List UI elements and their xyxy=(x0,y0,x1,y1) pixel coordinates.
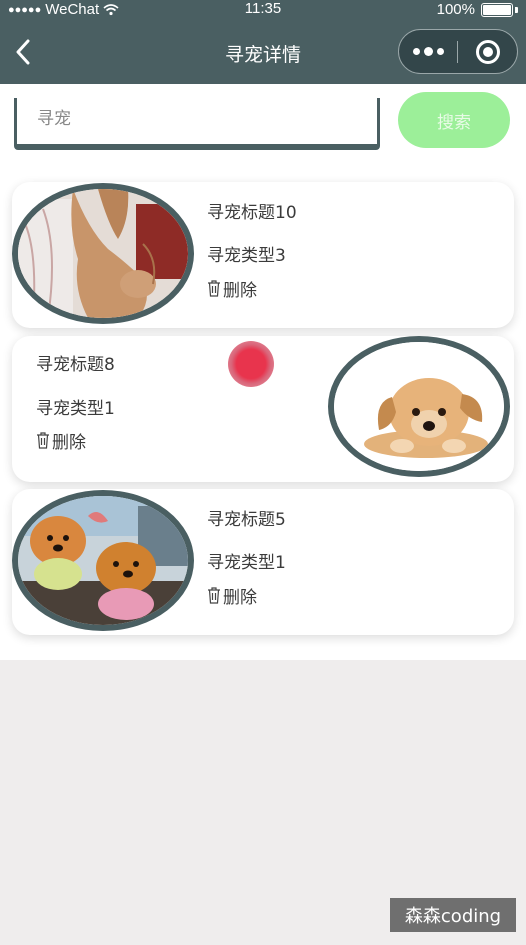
target-icon xyxy=(475,39,500,64)
delete-label: 删除 xyxy=(223,588,257,608)
more-dot-icon xyxy=(423,47,433,56)
more-dot-icon xyxy=(436,48,444,55)
pet-card[interactable]: 寻宠标题5 寻宠类型1 删除 xyxy=(12,489,514,635)
trash-icon xyxy=(37,432,49,449)
cat-photo-image xyxy=(18,189,188,318)
search-button[interactable]: 搜索 xyxy=(398,92,510,148)
mini-program-capsule xyxy=(398,29,518,74)
nav-bar: 寻宠详情 xyxy=(0,20,526,84)
pet-photo-cat[interactable] xyxy=(12,183,194,324)
delete-button[interactable]: 删除 xyxy=(207,276,257,301)
more-button[interactable] xyxy=(399,47,457,56)
delete-button[interactable]: 删除 xyxy=(36,428,86,453)
status-bar: ●●●●● WeChat 11:35 100% xyxy=(0,0,526,20)
pomeranian-photo-image xyxy=(18,496,188,625)
pet-title: 寻宠标题8 xyxy=(36,355,115,375)
pet-title: 寻宠标题5 xyxy=(207,510,286,530)
close-mini-program-button[interactable] xyxy=(458,39,517,64)
delete-label: 删除 xyxy=(52,433,86,453)
trash-icon xyxy=(208,587,220,604)
more-dot-icon xyxy=(412,48,420,55)
watermark: 森森coding xyxy=(390,898,516,932)
trash-icon xyxy=(208,280,220,297)
delete-label: 删除 xyxy=(223,281,257,301)
delete-button[interactable]: 删除 xyxy=(207,583,257,608)
pet-title: 寻宠标题10 xyxy=(207,203,297,223)
pet-photo-puppy[interactable] xyxy=(328,336,510,477)
status-right: 100% xyxy=(437,1,518,18)
puppy-photo-image xyxy=(334,342,504,471)
battery-tip-icon xyxy=(515,6,518,13)
pet-card[interactable]: 寻宠标题10 寻宠类型3 删除 xyxy=(12,182,514,328)
pet-photo-pomeranian[interactable] xyxy=(12,490,194,631)
battery-percent: 100% xyxy=(436,1,475,18)
search-input[interactable] xyxy=(17,98,377,144)
search-box xyxy=(14,98,380,150)
pet-type: 寻宠类型1 xyxy=(36,399,115,419)
touch-indicator xyxy=(228,341,274,387)
pet-type: 寻宠类型1 xyxy=(207,553,286,573)
pet-type: 寻宠类型3 xyxy=(207,246,286,266)
battery-icon xyxy=(481,2,513,17)
